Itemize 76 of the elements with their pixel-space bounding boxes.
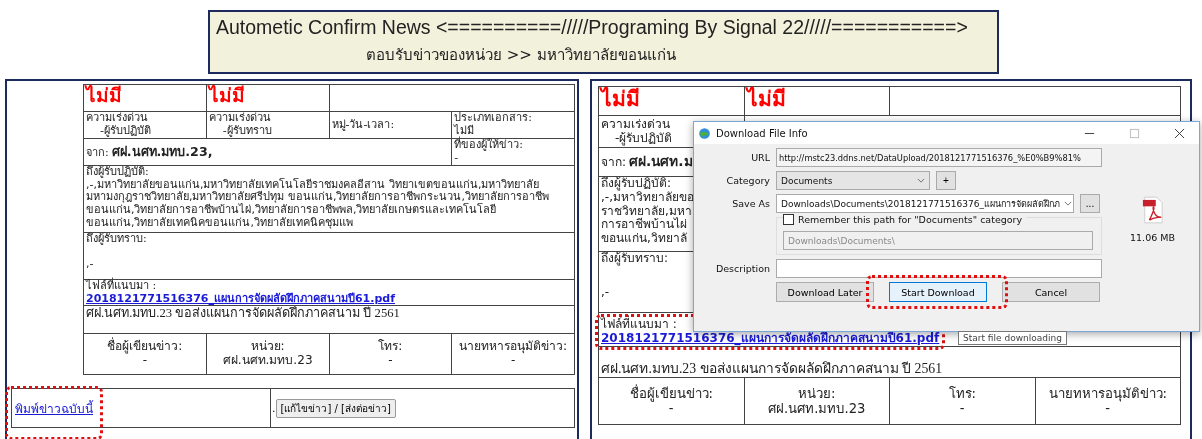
recipients-text: ,-,มหาวิทยาลัยขอ xyxy=(601,190,694,205)
category-dropdown[interactable]: Documents xyxy=(776,171,930,190)
separator-text: . xyxy=(272,401,276,415)
info-recipients-value: ,- xyxy=(601,285,610,300)
category-label: Category xyxy=(725,175,770,186)
footer-value: - xyxy=(510,354,516,369)
reference-value: - xyxy=(454,152,460,165)
info-recipients-label: ถึงผู้รับทราบ: xyxy=(601,252,669,266)
dialog-button[interactable]: Cancel xyxy=(1002,282,1100,302)
save-as-label: Save As xyxy=(731,198,770,209)
cell-label: หมู่-วัน-เวลา: xyxy=(331,118,396,132)
cell-label: ประเภทเอกสาร: xyxy=(454,112,533,125)
globe-icon xyxy=(698,126,711,140)
cell-label: ความเร่งด่วน xyxy=(601,117,670,132)
from-label: จาก: xyxy=(601,155,627,170)
attachment-link[interactable]: 2018121771516376_แผนการจัดผลัดฝึกภาคสนามปี61.pdf xyxy=(86,291,395,305)
footer-value: ศฝ.นศท.มทบ.23 xyxy=(768,401,866,417)
cell-value: -ผู้รับปฏิบัติ xyxy=(99,125,152,138)
remember-label: Remember this path for "Documents" category xyxy=(798,214,1023,225)
add-category-button[interactable]: + xyxy=(936,171,956,190)
footer-label: หน่วย: xyxy=(249,340,286,355)
info-recipients-value: ,- xyxy=(86,257,95,271)
footer-value: - xyxy=(668,401,674,417)
footer-label: ชื่อผู้เขียนข่าว: xyxy=(629,385,713,401)
footer-value: - xyxy=(387,354,394,369)
edit-forward-button[interactable]: [แก้ไขข่าว] / [ส่งต่อข่าว] xyxy=(275,398,396,418)
footer-label: หน่วย: xyxy=(798,385,836,401)
tooltip: Start file downloading xyxy=(958,331,1067,345)
recipients-label: ถึงผู้รับปฏิบัติ: xyxy=(86,166,150,178)
dialog-title: Download File Info xyxy=(716,127,808,139)
cell-value: -ผู้รับทราบ xyxy=(221,125,273,138)
priority-text: ไม่มี xyxy=(208,85,245,106)
priority-text: ไม่มี xyxy=(86,85,122,106)
priority-text: ไม่มี xyxy=(746,87,786,111)
from-label: จาก: xyxy=(86,145,109,159)
banner-title: Autometic Confirm News <==========/////Programing By Signal 22/////===========> xyxy=(216,16,969,39)
chevron-icon xyxy=(917,178,925,183)
checkbox[interactable] xyxy=(783,214,794,225)
footer-value: - xyxy=(959,401,965,417)
info-recipients-label: ถึงผู้รับทราบ: xyxy=(86,233,148,246)
browse-button[interactable]: ... xyxy=(1080,194,1100,213)
attachment-link[interactable]: 2018121771516376_แผนการจัดผลัดฝึกภาคสนามปี61.pdf xyxy=(601,331,940,346)
footer-label: โทร: xyxy=(377,340,404,355)
cell-label: ความเร่งด่วน xyxy=(208,112,272,125)
recipients-text: ราชวิทยาลัย,มหา xyxy=(601,204,692,218)
cell-value: ไม่มี xyxy=(454,125,475,137)
footer-value: ศฝ.นศท.มทบ.23 xyxy=(221,354,314,369)
file-size: 11.06 MB xyxy=(1130,232,1175,243)
footer-label: นายทหารอนุมัติข่าว: xyxy=(458,340,569,355)
description-field[interactable] xyxy=(776,259,1102,278)
url-label: URL xyxy=(750,152,770,163)
footer-label: นายทหารอนุมัติข่าว: xyxy=(1048,385,1167,401)
recipients-text: ขอนแก่น,วิทยาลั xyxy=(601,232,687,246)
from-value: ศฝ.นศท.ม xyxy=(629,153,693,170)
subject-text: ศฝ.นศท.มทบ.23 ขอส่งแผนการจัดผลัดฝึกภาคสนาม ปี 2561 xyxy=(601,361,943,377)
from-value: ศฝ.นศท.มทบ.23, xyxy=(111,143,213,159)
dialog-button[interactable]: Start Download xyxy=(889,282,987,302)
banner-subtitle: ตอบรับข่าวของหน่วย >> มหาวิทยาลัยขอนแก่น xyxy=(366,45,677,66)
footer-value: - xyxy=(1105,401,1111,417)
cell-value: -ผู้รับปฏิบัติ xyxy=(614,131,673,146)
footer-label: โทร: xyxy=(948,385,976,401)
description-label: Description xyxy=(714,263,770,274)
subject-text: ศฝ.นศท.มทบ.23 ขอส่งแผนการจัดผลัดฝึกภาคสนาม ปี 2561 xyxy=(86,306,400,321)
recipients-text: การอาชีพบ้านไผ่ xyxy=(601,218,687,232)
pdf-file-icon xyxy=(1141,196,1164,224)
dialog-button[interactable]: Download Later xyxy=(776,282,874,302)
chevron-icon xyxy=(1063,201,1072,206)
print-link[interactable]: พิมพ์ข่าวฉบับนี้ xyxy=(15,401,93,416)
footer-value: - xyxy=(142,354,148,369)
close-icon[interactable] xyxy=(1174,127,1185,139)
priority-text: ไม่มี xyxy=(601,87,640,111)
recipients-label: ถึงผู้รับปฏิบัติ: xyxy=(601,177,672,191)
recipients-text: ,-,มหาวิทยาลัยขอนแก่น,มหาวิทยาลัยเทคโนโลยีราชมงคลอีสาน วิทยาเขตขอนแก่น,มหาวิทยาลัยมหามงกุฎราชวิทยาลัย,มหาวิทยาลัยศรีปทุม ขอนแก่น,วิทยาลัยการอาชีพกระนวน,วิทยาลัยการอาชีพขอนแก่น,วิทยาลัยการอาชีพบ้านไผ่,วิทยาลัยการอาชีพพล,วิทยาลัยเกษตรและเทคโนโลยีขอนแก่น,วิทยาลัยเทคนิคขอนแก่น,วิทยาลัยเทคนิคชุมแพ xyxy=(86,178,550,230)
save-as-dropdown[interactable]: Downloads\Documents\2018121771516376_แผนการจัดผลัดฝึกภ xyxy=(776,194,1074,213)
url-field[interactable]: http://mstc23.ddns.net/DataUpload/2018121771516376_%E0%B9%81% xyxy=(776,148,1102,167)
cell-label: ความเร่งด่วน xyxy=(86,112,149,125)
